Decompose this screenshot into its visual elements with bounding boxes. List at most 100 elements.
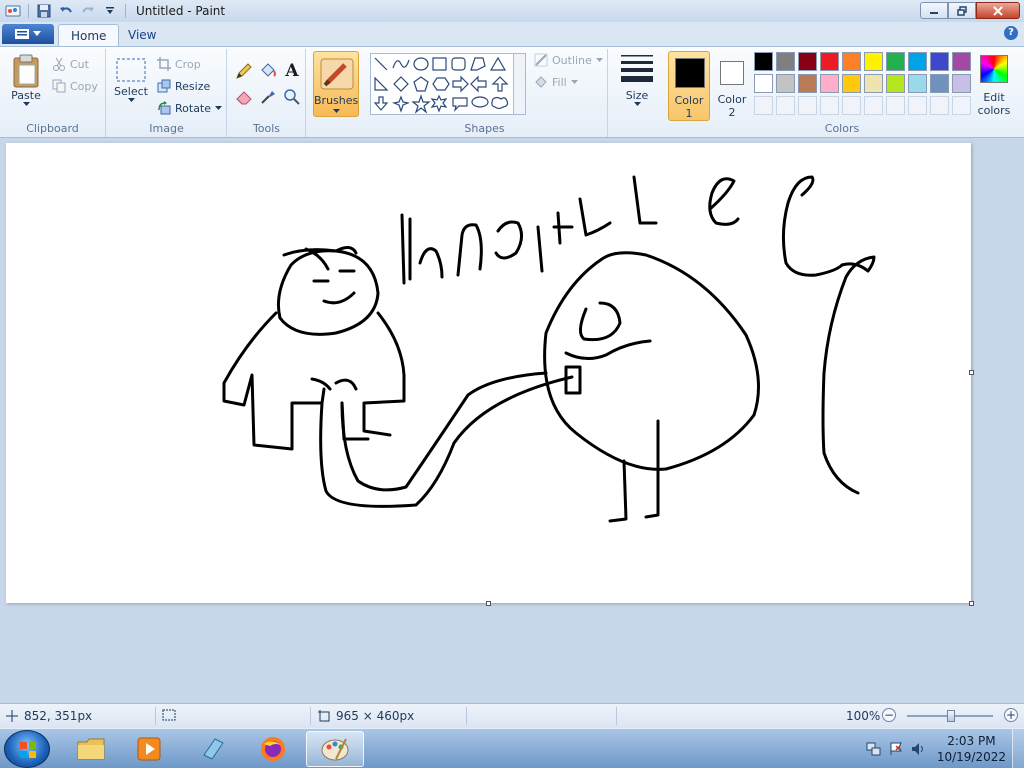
palette-custom-slot[interactable]: [820, 96, 839, 115]
volume-icon[interactable]: [910, 741, 926, 760]
minimize-button[interactable]: [920, 2, 948, 19]
palette-color-swatch[interactable]: [886, 52, 905, 71]
zoom-thumb[interactable]: [947, 710, 955, 722]
resize-handle-right[interactable]: [969, 370, 974, 375]
taskbar-notepad[interactable]: [184, 731, 242, 767]
line-shape-icon: [374, 57, 388, 71]
taskbar-firefox[interactable]: [244, 731, 302, 767]
restore-button[interactable]: [948, 2, 976, 19]
color2-button[interactable]: Color 2: [712, 51, 752, 121]
tools-group: A Tools: [228, 49, 306, 137]
palette-color-swatch[interactable]: [930, 52, 949, 71]
color2-number: 2: [728, 106, 736, 119]
palette-custom-slot[interactable]: [952, 96, 971, 115]
save-icon[interactable]: [35, 3, 53, 19]
action-center-icon[interactable]: [888, 741, 904, 760]
palette-color-swatch[interactable]: [754, 74, 773, 93]
rounded-callout-icon: [452, 97, 468, 112]
color2-swatch: [720, 61, 744, 85]
color1-label: Color: [674, 94, 704, 107]
edit-colors-button[interactable]: Edit colors: [974, 51, 1014, 121]
start-button[interactable]: [4, 730, 50, 768]
undo-icon[interactable]: [57, 3, 75, 19]
customize-qat-icon[interactable]: [101, 3, 119, 19]
palette-color-swatch[interactable]: [798, 74, 817, 93]
select-button[interactable]: Select: [111, 57, 151, 103]
palette-color-swatch[interactable]: [798, 52, 817, 71]
palette-custom-slot[interactable]: [886, 96, 905, 115]
fill-button[interactable]: Fill: [534, 75, 578, 89]
paint-menu-button[interactable]: [2, 24, 54, 44]
tab-view[interactable]: View: [116, 24, 168, 46]
hose-stroke: [319, 375, 574, 508]
cut-button[interactable]: Cut: [52, 57, 89, 71]
color1-button[interactable]: Color 1: [668, 51, 710, 121]
palette-color-swatch[interactable]: [820, 74, 839, 93]
palette-color-swatch[interactable]: [908, 74, 927, 93]
palette-color-swatch[interactable]: [820, 52, 839, 71]
palette-color-swatch[interactable]: [776, 74, 795, 93]
taskbar-media-player[interactable]: [120, 731, 178, 767]
palette-color-swatch[interactable]: [842, 74, 861, 93]
palette-custom-slot[interactable]: [798, 96, 817, 115]
eraser-icon[interactable]: [234, 87, 254, 107]
zoom-in-button[interactable]: +: [1004, 708, 1018, 722]
zoom-out-button[interactable]: −: [882, 708, 896, 722]
palette-custom-slot[interactable]: [930, 96, 949, 115]
palette-custom-slot[interactable]: [864, 96, 883, 115]
drawing-canvas[interactable]: [6, 143, 974, 606]
color1-number: 1: [685, 107, 693, 120]
palette-color-swatch[interactable]: [930, 74, 949, 93]
taskbar-explorer[interactable]: [62, 731, 120, 767]
palette-color-swatch[interactable]: [952, 52, 971, 71]
crop-label: Crop: [175, 57, 201, 71]
pencil-icon[interactable]: [234, 61, 254, 81]
resize-button[interactable]: Resize: [157, 79, 210, 93]
close-button[interactable]: [976, 2, 1020, 19]
help-icon[interactable]: ?: [1004, 26, 1018, 40]
selection-icon: [162, 709, 176, 721]
palette-color-swatch[interactable]: [776, 52, 795, 71]
taskbar-paint[interactable]: [306, 731, 364, 767]
palette-color-swatch[interactable]: [886, 74, 905, 93]
person-hands-stroke: [310, 377, 358, 391]
palette-custom-slot[interactable]: [776, 96, 795, 115]
oval-shape-icon: [413, 57, 429, 71]
zoom-slider[interactable]: [907, 710, 993, 722]
folder-icon: [77, 738, 105, 760]
fill-bucket-icon[interactable]: [258, 61, 278, 81]
palette-color-swatch[interactable]: [908, 52, 927, 71]
tab-home[interactable]: Home: [58, 24, 120, 46]
copy-button[interactable]: Copy: [52, 79, 98, 93]
crop-button[interactable]: Crop: [157, 57, 201, 71]
show-desktop-button[interactable]: [1012, 729, 1024, 768]
tools-group-label: Tools: [252, 122, 281, 135]
redo-icon[interactable]: [79, 3, 97, 19]
brushes-button[interactable]: Brushes: [313, 51, 359, 117]
size-button[interactable]: Size: [616, 53, 658, 107]
palette-custom-slot[interactable]: [842, 96, 861, 115]
clock[interactable]: 2:03 PM 10/19/2022: [937, 733, 1006, 765]
palette-color-swatch[interactable]: [952, 74, 971, 93]
rotate-button[interactable]: Rotate: [157, 101, 223, 115]
palette-custom-slot[interactable]: [908, 96, 927, 115]
palette-color-swatch[interactable]: [864, 52, 883, 71]
resize-handle-corner[interactable]: [969, 601, 974, 606]
paste-button[interactable]: Paste: [6, 53, 46, 107]
network-icon[interactable]: [866, 741, 882, 760]
magnifier-icon[interactable]: [282, 87, 302, 107]
outline-button[interactable]: Outline: [534, 53, 603, 67]
canvas-work-area: [0, 138, 1024, 703]
paint-app-icon[interactable]: [4, 3, 22, 19]
image-group: Select Crop Resize Rotate Image: [107, 49, 227, 137]
shapes-scrollbar[interactable]: [514, 53, 526, 115]
palette-custom-slot[interactable]: [754, 96, 773, 115]
shapes-group-label: Shapes: [464, 122, 505, 135]
text-tool-icon[interactable]: A: [282, 61, 302, 81]
color-picker-icon[interactable]: [258, 87, 278, 107]
palette-color-swatch[interactable]: [754, 52, 773, 71]
cursor-position: 852, 351px: [6, 709, 92, 723]
palette-color-swatch[interactable]: [842, 52, 861, 71]
palette-color-swatch[interactable]: [864, 74, 883, 93]
resize-handle-bottom[interactable]: [486, 601, 491, 606]
